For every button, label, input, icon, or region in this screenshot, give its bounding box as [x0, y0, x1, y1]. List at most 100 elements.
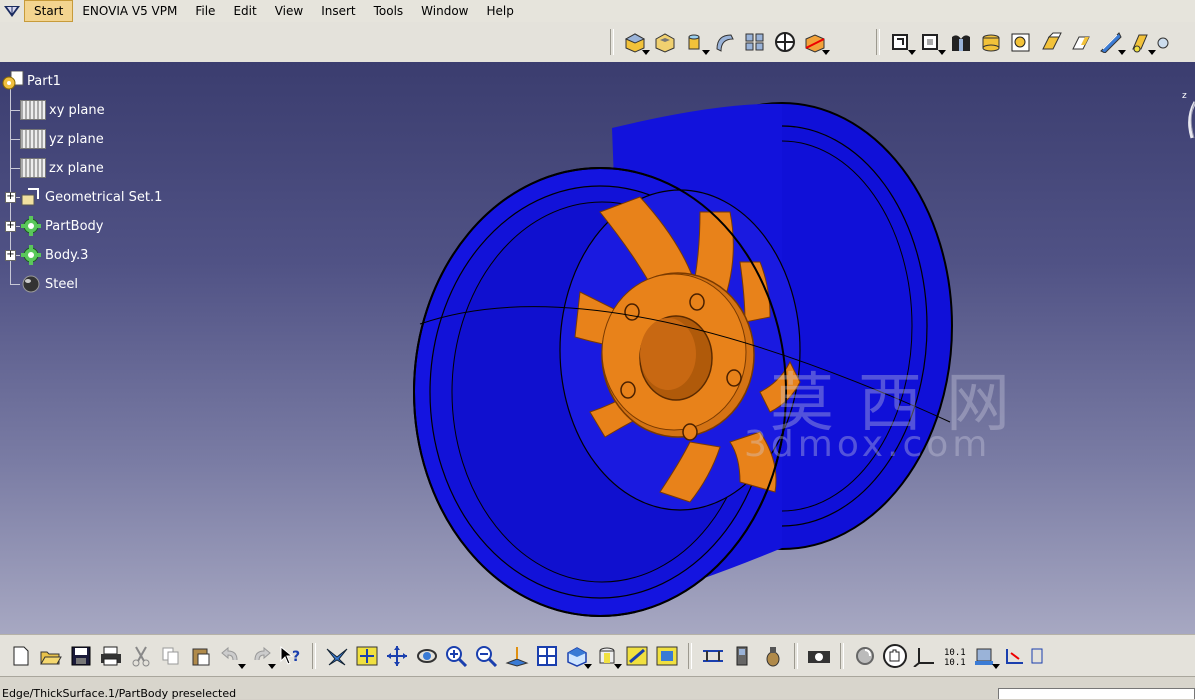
overflow-icon[interactable] [1030, 641, 1044, 671]
capture-icon[interactable] [804, 641, 834, 671]
tree-node-body-3[interactable]: + Body.3 [5, 244, 91, 266]
pocket-icon[interactable] [650, 27, 680, 57]
geometrical-set-icon [20, 187, 42, 207]
plane-icon [20, 129, 46, 149]
bottom-toolbar: ? 10.1 10.1 [0, 634, 1195, 677]
translate-icon[interactable] [1036, 27, 1066, 57]
measure-between-icon[interactable] [698, 641, 728, 671]
tree-connector [10, 139, 20, 140]
apply-material-icon[interactable] [758, 641, 788, 671]
wheel-icon[interactable] [946, 27, 976, 57]
menu-bar: Start ENOVIA V5 VPM File Edit View Insert Tool… [0, 0, 1195, 23]
menu-help[interactable]: Help [478, 0, 523, 22]
measure-item-icon[interactable] [728, 641, 758, 671]
menu-enovia-v5-vpm[interactable]: ENOVIA V5 VPM [73, 0, 186, 22]
open-icon[interactable] [36, 641, 66, 671]
copy-icon[interactable] [156, 641, 186, 671]
expand-icon[interactable]: + [5, 250, 16, 261]
iso-view-icon[interactable] [562, 641, 592, 671]
catia-logo-icon[interactable] [0, 0, 24, 22]
menu-start[interactable]: Start [24, 0, 74, 22]
tree-node-partbody[interactable]: + PartBody [5, 215, 106, 237]
more-icon[interactable] [1156, 27, 1170, 57]
3d-viewport[interactable]: 莫西网 3dmox.com z Part1 xy plane yz plane zx… [0, 62, 1195, 634]
status-message: Edge/ThickSurface.1/PartBody preselected [2, 687, 237, 700]
menu-file[interactable]: File [186, 0, 224, 22]
status-bar: Edge/ThickSurface.1/PartBody preselected [0, 676, 1195, 700]
manipulate-icon[interactable] [880, 641, 910, 671]
watermark-url: 3dmox.com [744, 424, 992, 465]
pan-icon[interactable] [382, 641, 412, 671]
hole-icon[interactable] [1006, 27, 1036, 57]
compass-widget[interactable]: z [1176, 88, 1195, 158]
swap-visible-icon[interactable] [652, 641, 682, 671]
zoom-in-icon[interactable] [442, 641, 472, 671]
multi-view-icon[interactable] [532, 641, 562, 671]
axis-icon[interactable] [910, 641, 940, 671]
new-icon[interactable] [6, 641, 36, 671]
toolbar-separator [876, 29, 880, 55]
expand-icon[interactable]: + [5, 192, 16, 203]
cylinder-icon[interactable] [976, 27, 1006, 57]
svg-text:10.1: 10.1 [944, 648, 966, 658]
rotate-view-icon[interactable] [412, 641, 442, 671]
part-icon [2, 71, 24, 90]
tree-node-label: xy plane [49, 102, 105, 118]
tree-node-steel[interactable]: Steel [10, 273, 81, 295]
fly-mode-icon[interactable] [322, 641, 352, 671]
zoom-out-icon[interactable] [472, 641, 502, 671]
update-icon[interactable] [850, 641, 880, 671]
datum-icon[interactable] [970, 641, 1000, 671]
menu-edit[interactable]: Edit [224, 0, 265, 22]
coordinates-icon[interactable]: 10.1 10.1 [940, 641, 970, 671]
compass-icon[interactable] [770, 27, 800, 57]
tree-node-yz-plane[interactable]: yz plane [10, 128, 107, 150]
tree-node-label: Steel [45, 276, 78, 292]
expand-icon[interactable]: + [5, 221, 16, 232]
material-sphere-icon [20, 274, 42, 294]
menu-insert[interactable]: Insert [312, 0, 364, 22]
tree-node-geometrical-set-1[interactable]: + Geometrical Set.1 [5, 186, 165, 208]
wheel-model[interactable] [0, 62, 1195, 634]
tree-node-xy-plane[interactable]: xy plane [10, 99, 108, 121]
undo-icon[interactable] [216, 641, 246, 671]
tree-node-label: zx plane [49, 160, 104, 176]
help-icon[interactable]: ? [276, 641, 306, 671]
print-icon[interactable] [96, 641, 126, 671]
pad-icon[interactable] [620, 27, 650, 57]
cut-icon[interactable] [126, 641, 156, 671]
power-input-field[interactable] [998, 688, 1195, 699]
menu-tools[interactable]: Tools [365, 0, 413, 22]
menu-window[interactable]: Window [412, 0, 477, 22]
save-icon[interactable] [66, 641, 96, 671]
standard-toolbar: ? 10.1 10.1 [6, 640, 1044, 672]
menu-items: Start ENOVIA V5 VPM File Edit View Insert Tool… [24, 0, 523, 22]
rotate-icon[interactable] [1066, 27, 1096, 57]
toolbar-separator [688, 643, 692, 669]
redo-icon[interactable] [246, 641, 276, 671]
tree-node-label: PartBody [45, 218, 104, 234]
tree-node-zx-plane[interactable]: zx plane [10, 157, 107, 179]
menu-view[interactable]: View [266, 0, 312, 22]
toolbar-separator [794, 643, 798, 669]
normal-view-icon[interactable] [502, 641, 532, 671]
plane-icon [20, 100, 46, 120]
shading-icon[interactable] [592, 641, 622, 671]
sketch-icon[interactable] [1126, 27, 1156, 57]
fit-all-icon[interactable] [352, 641, 382, 671]
tree-node-label: Body.3 [45, 247, 89, 263]
box-icon[interactable] [916, 27, 946, 57]
edge-fillet-icon[interactable] [710, 27, 740, 57]
tree-root[interactable]: Part1 [2, 70, 64, 92]
measure-icon[interactable] [1096, 27, 1126, 57]
cube-icon[interactable] [800, 27, 830, 57]
hide-show-icon[interactable] [622, 641, 652, 671]
shaft-icon[interactable] [680, 27, 710, 57]
top-toolbar [0, 22, 1195, 62]
pattern-icon[interactable] [740, 27, 770, 57]
plane-icon[interactable] [886, 27, 916, 57]
plane-icon [20, 158, 46, 178]
more-tools-icon[interactable] [1000, 641, 1030, 671]
transform-toolbar [870, 26, 1170, 58]
paste-icon[interactable] [186, 641, 216, 671]
